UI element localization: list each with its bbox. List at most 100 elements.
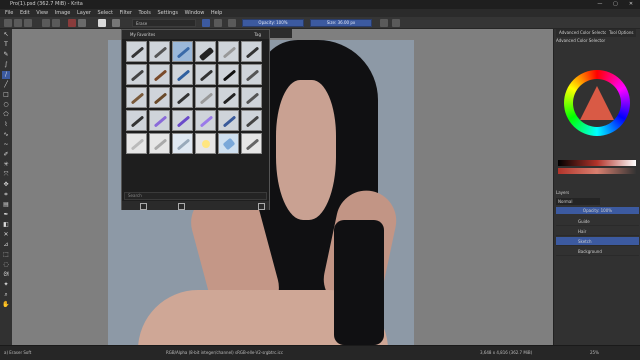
layer-blend-select[interactable]: Normal xyxy=(556,198,600,205)
maximize-button[interactable]: ▢ xyxy=(608,0,622,9)
brush-preset-cell[interactable] xyxy=(149,41,170,62)
line-tool-icon[interactable]: ╱ xyxy=(2,81,10,89)
brush-preset-cell[interactable] xyxy=(241,110,262,131)
color-shade-strip[interactable] xyxy=(558,168,636,174)
layer-row[interactable]: Hair xyxy=(556,227,639,236)
redo-icon[interactable] xyxy=(52,19,60,27)
zoom-level[interactable]: 25% xyxy=(590,346,599,360)
layer-row[interactable]: Sketch xyxy=(556,237,639,246)
menu-image[interactable]: Image xyxy=(55,9,71,17)
freehand-path-tool-icon[interactable]: ~ xyxy=(2,141,10,149)
menu-filter[interactable]: Filter xyxy=(120,9,132,17)
brush-preset-cell[interactable] xyxy=(218,110,239,131)
tab-advanced-color-selector[interactable]: Advanced Color Selector xyxy=(556,29,612,37)
menu-window[interactable]: Window xyxy=(185,9,205,17)
brush-preset-cell[interactable] xyxy=(126,64,147,85)
brush-preset-cell[interactable] xyxy=(126,133,147,154)
save-icon[interactable] xyxy=(24,19,32,27)
brush-preset-cell[interactable] xyxy=(218,87,239,108)
transform-tool-icon[interactable]: ⤧ xyxy=(2,171,10,179)
brush-preset-cell[interactable] xyxy=(195,87,216,108)
brush-preset-cell[interactable] xyxy=(126,41,147,62)
gradient-icon[interactable] xyxy=(68,19,76,27)
brush-preset-cell[interactable] xyxy=(241,87,262,108)
rect-select-tool-icon[interactable]: ⬚ xyxy=(2,251,10,259)
magic-wand-tool-icon[interactable]: ✦ xyxy=(2,281,10,289)
reload-preset-icon[interactable] xyxy=(214,19,222,27)
undo-icon[interactable] xyxy=(42,19,50,27)
color-triangle[interactable] xyxy=(580,86,614,120)
text-tool-icon[interactable]: T xyxy=(2,41,10,49)
layer-opacity-slider[interactable]: Opacity: 100% xyxy=(556,207,639,214)
brush-preset-cell[interactable] xyxy=(172,87,193,108)
lasso-select-tool-icon[interactable]: ᘛ xyxy=(2,271,10,279)
mirror-horizontal-icon[interactable] xyxy=(380,19,388,27)
add-preset-icon[interactable] xyxy=(140,203,147,210)
ellipse-select-tool-icon[interactable]: ◌ xyxy=(2,261,10,269)
menu-select[interactable]: Select xyxy=(98,9,113,17)
brush-preset-cell[interactable] xyxy=(149,87,170,108)
mirror-vertical-icon[interactable] xyxy=(392,19,400,27)
brush-preset-cell[interactable] xyxy=(149,64,170,85)
menu-file[interactable]: File xyxy=(5,9,13,17)
brush-preset-cell[interactable] xyxy=(195,110,216,131)
menu-settings[interactable]: Settings xyxy=(157,9,178,17)
select-shapes-tool-icon[interactable]: ↖ xyxy=(2,31,10,39)
gradient-tool-icon[interactable]: ▤ xyxy=(2,201,10,209)
pan-tool-icon[interactable]: ✋ xyxy=(2,301,10,309)
delete-preset-icon[interactable] xyxy=(178,203,185,210)
brush-preset-cell[interactable] xyxy=(126,110,147,131)
brush-preset-cell[interactable] xyxy=(241,41,262,62)
color-history-strip[interactable] xyxy=(558,160,636,166)
polygon-tool-icon[interactable]: ⬠ xyxy=(2,111,10,119)
brush-preset-cell[interactable] xyxy=(149,110,170,131)
calligraphy-tool-icon[interactable]: ∫ xyxy=(2,61,10,69)
open-document-icon[interactable] xyxy=(14,19,22,27)
assistant-tool-icon[interactable]: ✕ xyxy=(2,231,10,239)
brush-preset-cell[interactable] xyxy=(126,87,147,108)
brush-preset-icon[interactable] xyxy=(112,19,120,27)
multibrush-tool-icon[interactable]: ✳ xyxy=(2,161,10,169)
ellipse-tool-icon[interactable]: ○ xyxy=(2,101,10,109)
brush-preset-cell[interactable] xyxy=(195,133,216,154)
view-mode-icon[interactable] xyxy=(258,203,265,210)
brush-preset-cell[interactable] xyxy=(241,133,262,154)
crop-tool-icon[interactable]: ⌗ xyxy=(2,191,10,199)
dynamic-brush-tool-icon[interactable]: ✐ xyxy=(2,151,10,159)
tab-tool-options[interactable]: Tool Options xyxy=(606,29,637,37)
measure-tool-icon[interactable]: ⊿ xyxy=(2,241,10,249)
brush-preset-cell[interactable] xyxy=(195,64,216,85)
opacity-slider[interactable]: Opacity: 100% xyxy=(242,19,304,27)
brush-preset-cell[interactable] xyxy=(241,64,262,85)
menu-layer[interactable]: Layer xyxy=(77,9,91,17)
bezier-tool-icon[interactable]: ∿ xyxy=(2,131,10,139)
menu-edit[interactable]: Edit xyxy=(20,9,30,17)
zoom-tool-icon[interactable]: ⌕ xyxy=(2,291,10,299)
brush-preset-cell[interactable] xyxy=(218,133,239,154)
brush-preset-cell[interactable] xyxy=(172,64,193,85)
close-button[interactable]: ✕ xyxy=(624,0,638,9)
color-picker-tool-icon[interactable]: ✒ xyxy=(2,211,10,219)
brush-preset-cell[interactable] xyxy=(172,110,193,131)
layer-row[interactable]: Background xyxy=(556,247,639,256)
eraser-mode-icon[interactable] xyxy=(202,19,210,27)
polyline-tool-icon[interactable]: ⌇ xyxy=(2,121,10,129)
new-document-icon[interactable] xyxy=(4,19,12,27)
rectangle-tool-icon[interactable]: □ xyxy=(2,91,10,99)
blend-mode-select[interactable]: Erase xyxy=(132,19,196,27)
brush-search-input[interactable]: Search xyxy=(124,192,267,200)
menu-tools[interactable]: Tools xyxy=(139,9,151,17)
freehand-brush-tool-icon[interactable]: / xyxy=(2,71,10,79)
brush-preset-cell[interactable] xyxy=(172,133,193,154)
tag-select[interactable]: Tag xyxy=(254,30,261,39)
menu-help[interactable]: Help xyxy=(211,9,222,17)
fill-tool-icon[interactable]: ◧ xyxy=(2,221,10,229)
edit-shapes-tool-icon[interactable]: ✎ xyxy=(2,51,10,59)
brush-preset-cell[interactable] xyxy=(218,41,239,62)
brush-preset-cell[interactable] xyxy=(149,133,170,154)
brush-preset-cell[interactable] xyxy=(195,41,216,62)
size-slider[interactable]: Size: 36.00 px xyxy=(310,19,372,27)
minimize-button[interactable]: — xyxy=(593,0,607,9)
brush-preset-cell[interactable] xyxy=(172,41,193,62)
color-wheel[interactable] xyxy=(564,70,630,136)
